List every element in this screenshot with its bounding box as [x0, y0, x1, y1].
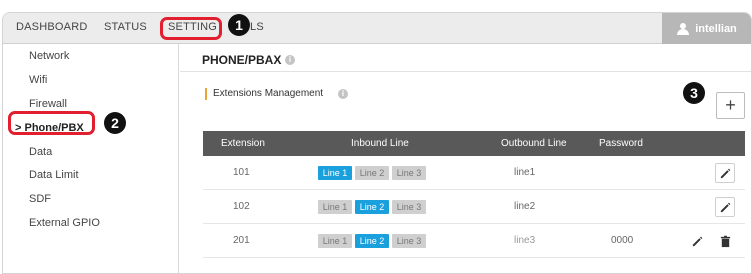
- edit-button[interactable]: [715, 197, 735, 217]
- outbound-cell: line1: [514, 167, 536, 178]
- callout-highlight-setting: [160, 17, 222, 40]
- section-title: Extensions Management: [213, 88, 324, 99]
- callout-highlight-phone-pbx: [8, 111, 95, 135]
- line-2-toggle[interactable]: Line 2: [355, 200, 389, 214]
- column-header-extension: Extension: [221, 138, 265, 149]
- edit-button[interactable]: [715, 163, 735, 183]
- user-icon: [676, 22, 690, 35]
- nav-dashboard[interactable]: DASHBOARD: [16, 21, 87, 33]
- line-1-toggle[interactable]: Line 1: [318, 166, 352, 180]
- table-row: 201 Line 1 Line 2 Line 3 line3 0000: [203, 224, 745, 258]
- line-1-toggle[interactable]: Line 1: [318, 200, 352, 214]
- pencil-icon: [720, 168, 731, 179]
- column-header-password: Password: [599, 138, 643, 149]
- top-nav: DASHBOARD STATUS SETTING LS intellian: [3, 13, 751, 44]
- extension-cell: 101: [233, 167, 250, 178]
- line-2-toggle[interactable]: Line 2: [355, 166, 389, 180]
- nav-tools[interactable]: LS: [250, 21, 264, 33]
- sidebar-item-network[interactable]: Network: [29, 50, 69, 62]
- extension-cell: 201: [233, 235, 250, 246]
- sidebar-item-data[interactable]: Data: [29, 146, 52, 158]
- extension-cell: 102: [233, 201, 250, 212]
- info-icon[interactable]: i: [285, 55, 295, 65]
- sidebar-item-firewall[interactable]: Firewall: [29, 98, 67, 110]
- nav-status[interactable]: STATUS: [104, 21, 147, 33]
- line-3-toggle[interactable]: Line 3: [392, 166, 426, 180]
- edit-button[interactable]: [687, 231, 707, 251]
- table-row: 102 Line 1 Line 2 Line 3 line2: [203, 190, 745, 224]
- table-header: Extension Inbound Line Outbound Line Pas…: [203, 131, 745, 156]
- sidebar-item-external-gpio[interactable]: External GPIO: [29, 217, 100, 229]
- app-window: DASHBOARD STATUS SETTING LS intellian Ne…: [2, 12, 752, 274]
- table-row: 101 Line 1 Line 2 Line 3 line1: [203, 156, 745, 190]
- user-name: intellian: [695, 22, 737, 35]
- sidebar-item-sdf[interactable]: SDF: [29, 193, 51, 205]
- user-menu[interactable]: intellian: [662, 13, 751, 44]
- info-icon[interactable]: i: [338, 89, 348, 99]
- main-panel: PHONE/PBAX i Extensions Management i + E…: [180, 44, 751, 273]
- column-header-outbound: Outbound Line: [501, 138, 567, 149]
- line-2-toggle[interactable]: Line 2: [355, 234, 389, 248]
- line-3-toggle[interactable]: Line 3: [392, 200, 426, 214]
- add-extension-button[interactable]: +: [716, 92, 745, 119]
- outbound-cell: line2: [514, 201, 536, 212]
- page-header: PHONE/PBAX i: [180, 44, 751, 72]
- sidebar-item-data-limit[interactable]: Data Limit: [29, 169, 79, 181]
- pencil-icon: [720, 202, 731, 213]
- outbound-cell: line3: [514, 235, 536, 246]
- section-marker: [205, 88, 207, 100]
- column-header-inbound: Inbound Line: [351, 138, 409, 149]
- sidebar-item-wifi[interactable]: Wifi: [29, 74, 47, 86]
- sidebar: Network Wifi Firewall > Phone/PBX Data D…: [3, 44, 179, 273]
- line-3-toggle[interactable]: Line 3: [392, 234, 426, 248]
- callout-badge-1: 1: [228, 14, 250, 36]
- delete-button[interactable]: [715, 231, 735, 251]
- pencil-icon: [692, 236, 703, 247]
- password-cell: 0000: [611, 235, 634, 246]
- line-1-toggle[interactable]: Line 1: [318, 234, 352, 248]
- page-title: PHONE/PBAX: [202, 53, 282, 67]
- callout-badge-2: 2: [104, 112, 126, 134]
- trash-icon: [720, 235, 731, 248]
- callout-badge-3: 3: [683, 82, 705, 104]
